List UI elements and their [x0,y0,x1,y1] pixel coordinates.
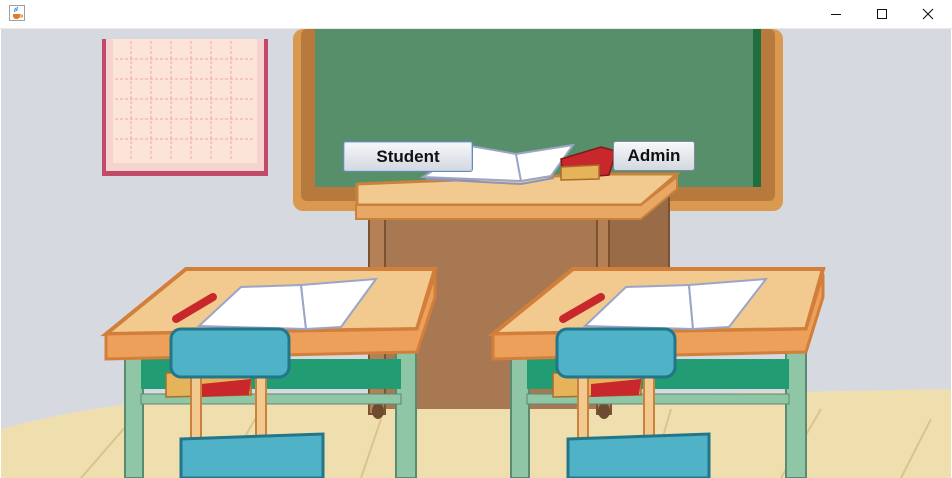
student-button[interactable]: Student [343,141,473,172]
maximize-icon [877,9,887,19]
admin-button[interactable]: Admin [613,141,695,171]
close-button[interactable] [905,0,951,28]
close-icon [922,8,934,20]
classroom-illustration [1,29,951,478]
content-panel: Student Admin [1,29,951,478]
wall-poster [102,39,268,176]
title-bar [0,0,952,29]
java-cup-icon [9,5,25,21]
maximize-button[interactable] [859,0,905,28]
minimize-button[interactable] [813,0,859,28]
app-window: Student Admin [0,0,952,478]
minimize-icon [831,14,841,15]
